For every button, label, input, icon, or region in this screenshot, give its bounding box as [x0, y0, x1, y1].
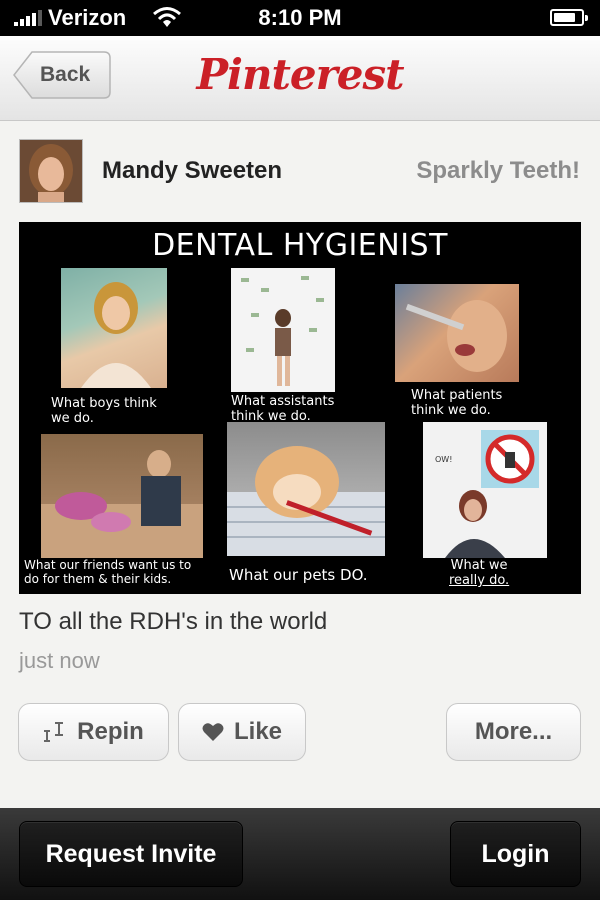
pin-image-title: DENTAL HYGIENIST [152, 228, 448, 263]
like-label: Like [233, 718, 283, 745]
photo-boys [61, 268, 167, 388]
pin-board-name[interactable]: Sparkly Teeth! [416, 157, 580, 185]
caption-boys: What boys think we do. [51, 396, 157, 426]
caption-small-text: OW! [435, 455, 453, 464]
pin-image[interactable]: DENTAL HYGIENIST What boys think we do. W… [19, 222, 581, 594]
like-button[interactable]: Like [178, 703, 306, 761]
repin-button[interactable]: Repin [18, 703, 169, 761]
navigation-bar: Back Pinterest [0, 36, 600, 121]
status-bar: Verizon 8:10 PM [0, 0, 600, 36]
clock: 8:10 PM [258, 5, 342, 30]
bottom-toolbar: Request Invite Login [0, 808, 600, 900]
photo-friends [41, 434, 203, 558]
request-invite-button[interactable]: Request Invite [19, 821, 243, 887]
more-button[interactable]: More... [446, 703, 581, 761]
battery-icon [550, 9, 588, 26]
caption-patients: What patients think we do. [411, 388, 503, 418]
photo-patients [395, 284, 519, 382]
pinterest-logo: Pinterest [196, 50, 404, 99]
pin-timestamp: just now [19, 648, 100, 673]
pin-author-name[interactable]: Mandy Sweeten [102, 157, 282, 185]
caption-friends: What our friends want us to do for them &… [24, 558, 192, 586]
caption-really: What we really do. [449, 558, 510, 588]
repin-icon [43, 721, 67, 743]
login-button[interactable]: Login [450, 821, 581, 887]
avatar[interactable] [19, 139, 83, 203]
user-portrait-icon [20, 140, 82, 202]
pin-description: TO all the RDH's in the world [19, 608, 328, 635]
caption-pets: What our pets DO. [229, 566, 368, 584]
photo-pets [227, 422, 385, 556]
more-label: More... [474, 718, 553, 745]
repin-label: Repin [77, 718, 144, 745]
photo-really [423, 422, 547, 558]
caption-assistants: What assistants think we do. [231, 394, 335, 424]
photo-assistants [231, 268, 335, 392]
heart-icon [202, 722, 224, 742]
